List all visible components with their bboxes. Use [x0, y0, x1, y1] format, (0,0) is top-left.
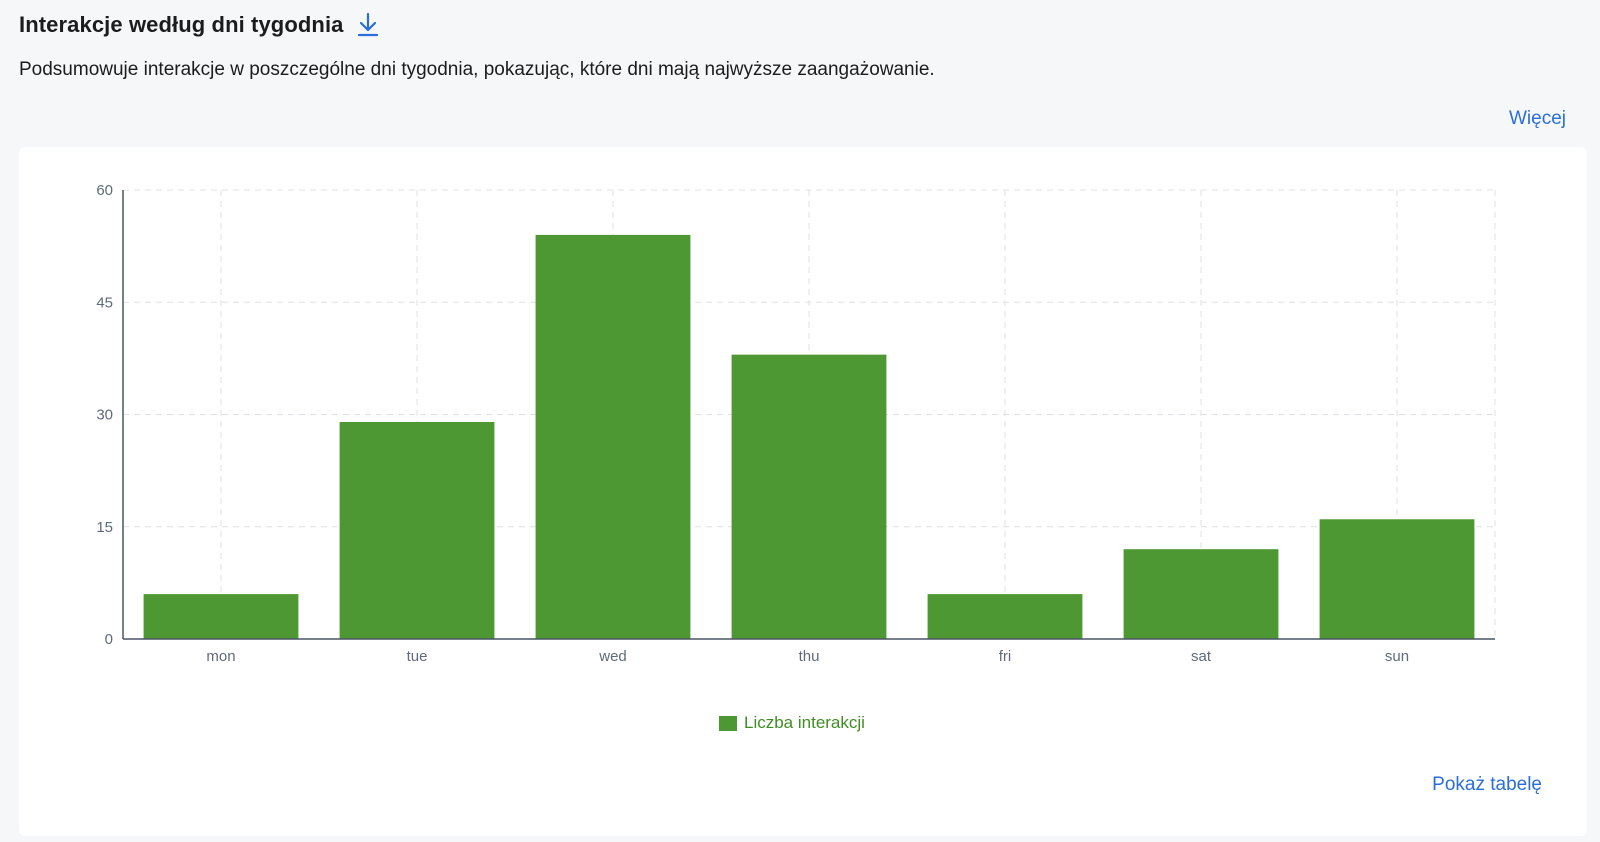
y-tick-label: 0 [105, 631, 113, 648]
legend-item[interactable]: Liczba interakcji [719, 713, 865, 733]
bar-wed[interactable] [535, 234, 691, 639]
bar-chart: 0 15 30 45 60 mon tue wed thu fri sat sun [96, 182, 1496, 665]
y-tick-label: 45 [96, 294, 113, 311]
bar-tue[interactable] [339, 421, 495, 639]
show-table-link[interactable]: Pokaż tabelę [1432, 774, 1542, 796]
bar-thu[interactable] [731, 354, 887, 639]
legend-swatch [719, 715, 737, 731]
bar-fri[interactable] [927, 594, 1083, 639]
y-tick-label: 60 [96, 182, 113, 199]
x-tick-label: sat [1191, 648, 1212, 665]
x-tick-label: wed [598, 648, 627, 665]
y-tick-label: 15 [96, 519, 113, 536]
chart-header: Interakcje według dni tygodnia [19, 12, 380, 38]
x-tick-label: sun [1385, 648, 1409, 665]
bar-mon[interactable] [143, 594, 299, 639]
bars [143, 234, 1475, 639]
legend-label: Liczba interakcji [744, 713, 865, 732]
x-tick-label: thu [799, 648, 820, 665]
x-tick-label: fri [999, 648, 1012, 665]
download-icon[interactable] [356, 12, 380, 38]
bar-sat[interactable] [1123, 549, 1279, 639]
y-tick-label: 30 [96, 407, 113, 424]
x-tick-label: tue [407, 648, 428, 665]
chart-card: 0 15 30 45 60 mon tue wed thu fri sat sun Liczba in… [19, 147, 1587, 836]
more-link[interactable]: Więcej [1509, 108, 1566, 130]
chart-title: Interakcje według dni tygodnia [19, 12, 344, 37]
bar-sun[interactable] [1319, 519, 1475, 639]
chart-description: Podsumowuje interakcje w poszczególne dn… [19, 59, 935, 80]
x-tick-label: mon [206, 648, 235, 665]
